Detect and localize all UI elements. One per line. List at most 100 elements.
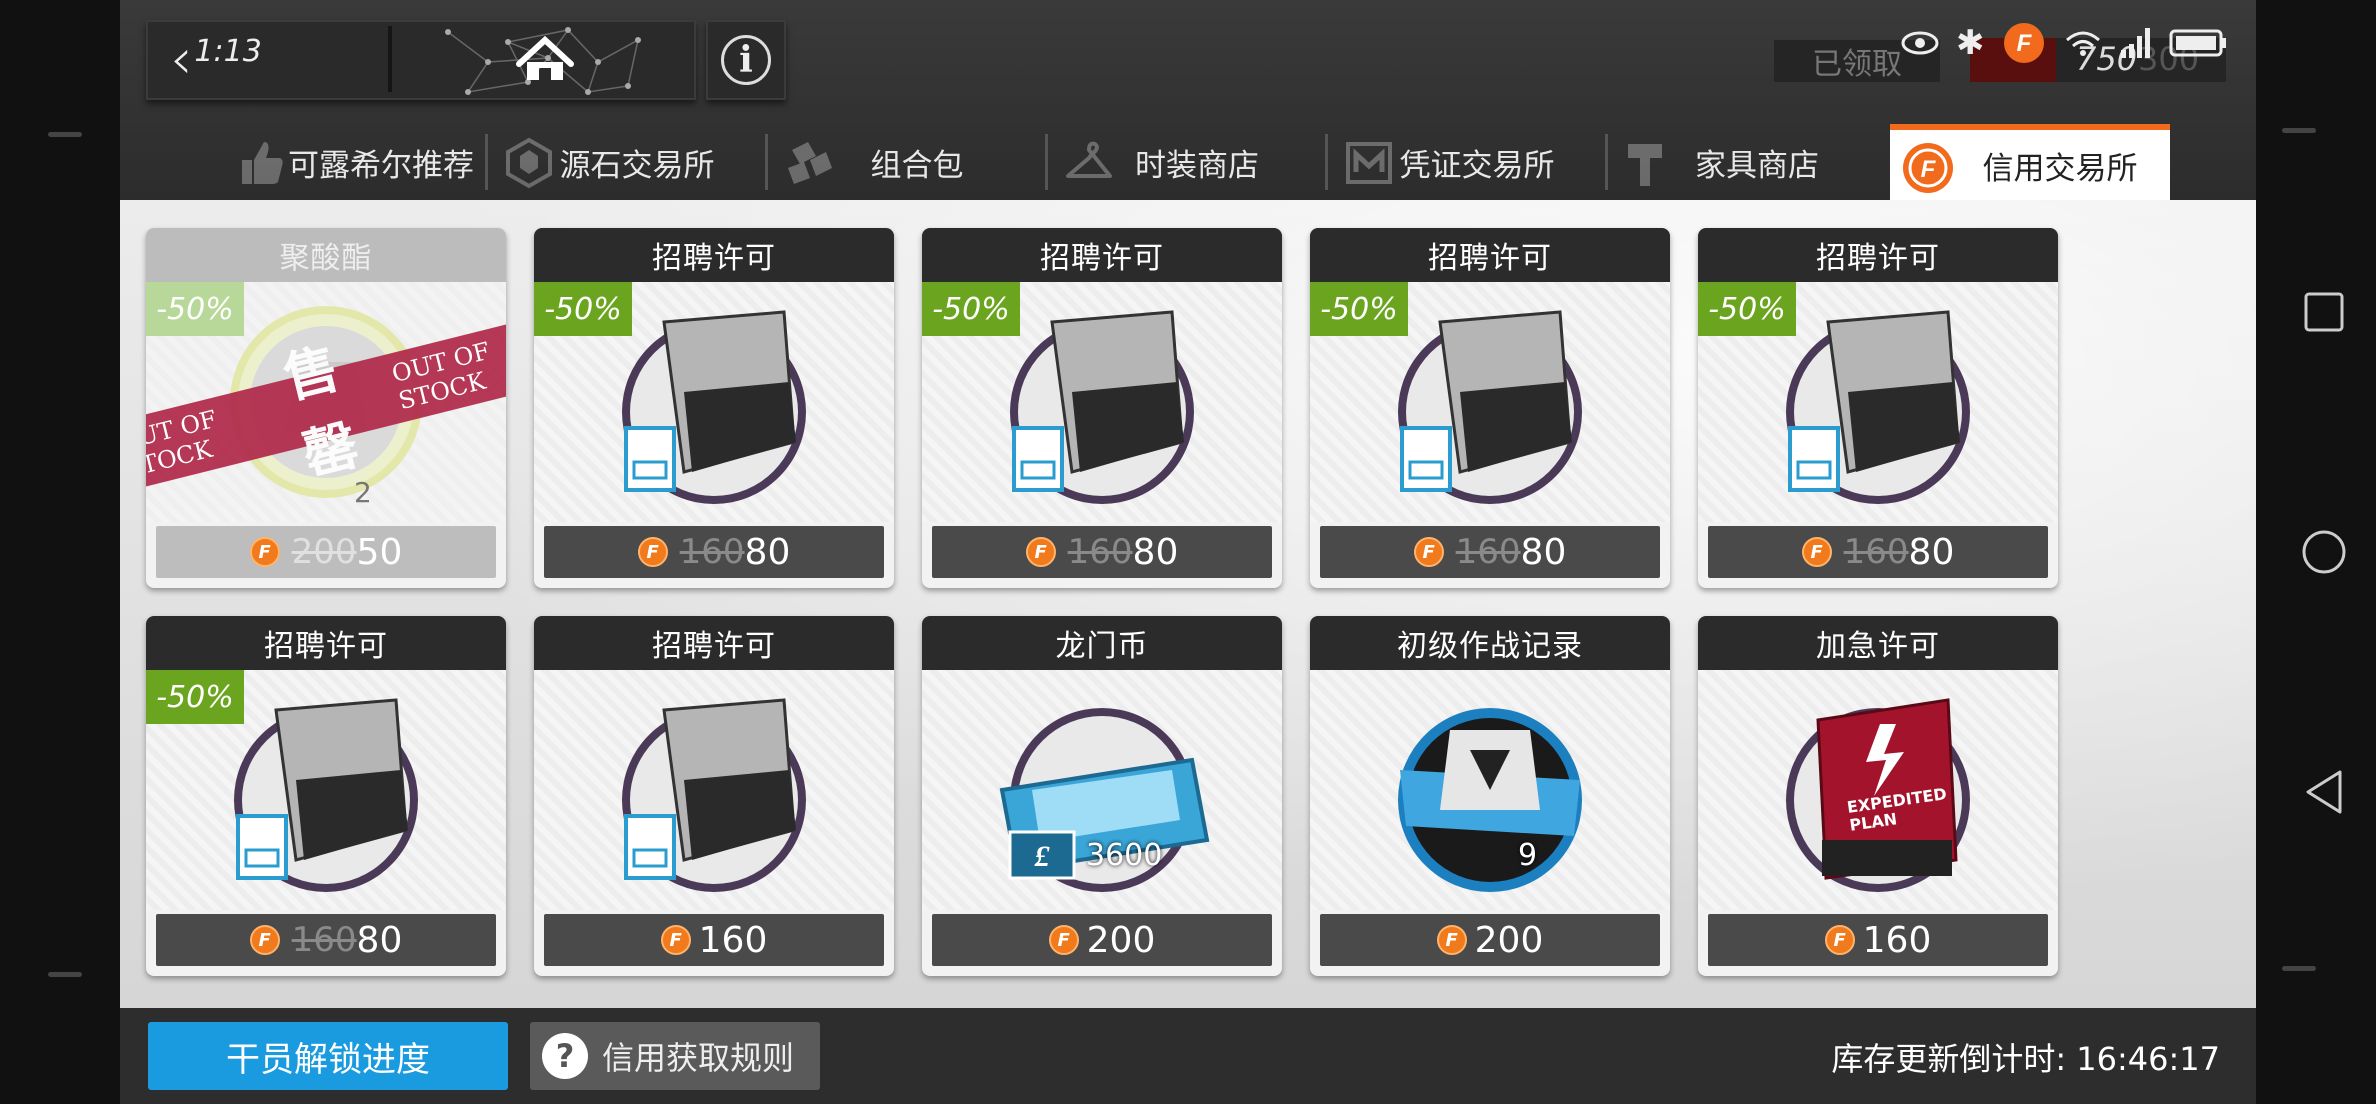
item-title: 招聘许可: [1310, 228, 1670, 282]
price-tag: F 160 80: [1320, 526, 1660, 578]
original-price: 200: [291, 532, 357, 572]
price-tag: F 160 80: [544, 526, 884, 578]
top-nav-bar: ‹ 1:13: [146, 20, 696, 100]
item-title: 招聘许可: [534, 616, 894, 670]
item-image: [1698, 670, 2058, 910]
restock-countdown: 库存更新倒计时: 16:46:17: [1831, 1034, 2220, 1080]
bluetooth-icon: ✱: [1956, 23, 1985, 63]
item-title: 加急许可: [1698, 616, 2058, 670]
item-title: 龙门币: [922, 616, 1282, 670]
shop-item-card[interactable]: 龙门币 £ 3600 F 200: [922, 616, 1282, 976]
item-title: 招聘许可: [1698, 228, 2058, 282]
credit-coin-icon: F: [660, 925, 691, 955]
thumbs-up-icon: [242, 142, 283, 184]
credit-coin-icon: F: [1801, 537, 1832, 567]
credit-icon: F: [2003, 23, 2044, 63]
discount-badge: -50%: [146, 670, 244, 724]
lmd-icon: £: [999, 708, 1210, 892]
price-tag: F 200: [1320, 914, 1660, 966]
tab-furniture-store[interactable]: 家具商店: [1608, 124, 1886, 200]
shop-item-card[interactable]: 加急许可 EXPEDITED PLAN F 160: [1698, 616, 2058, 976]
credit-coin-icon: F: [249, 925, 280, 955]
hanger-icon: [1066, 141, 1112, 178]
recent-apps-button[interactable]: [2300, 288, 2348, 336]
expedited-plan-icon: [1786, 698, 1970, 892]
sale-price: 80: [744, 531, 791, 573]
shop-item-card[interactable]: 招聘许可 -50% F 160 80: [1698, 228, 2058, 588]
sale-price: 80: [356, 919, 403, 961]
bundle-icon: [788, 142, 832, 184]
item-title: 招聘许可: [922, 228, 1282, 282]
svg-text:£: £: [1034, 840, 1051, 873]
home-system-button[interactable]: [2300, 528, 2348, 576]
item-price: 160: [698, 919, 768, 961]
credit-rules-button[interactable]: ? 信用获取规则: [530, 1022, 820, 1090]
shop-item-card[interactable]: 招聘许可 -50% F 160 80: [534, 228, 894, 588]
restock-time: 16:46:17: [2076, 1040, 2220, 1078]
back-number: 1:13: [194, 33, 262, 69]
credit-coin-icon: F: [249, 537, 280, 567]
item-image: [1310, 670, 1670, 910]
hammer-icon: [1628, 144, 1662, 186]
price-tag: F 160: [1708, 914, 2048, 966]
original-price: 160: [679, 532, 745, 572]
tab-label: 凭证交易所: [1399, 147, 1555, 184]
price-tag: F 160 80: [1708, 526, 2048, 578]
back-button[interactable]: ‹ 1:13: [148, 22, 368, 98]
shop-panel: 聚酸酯 -50% OUT OF STOCK 售罄 OUT OF STOCK 2 …: [120, 200, 2256, 1008]
network-pattern: [445, 27, 641, 95]
home-button[interactable]: [398, 22, 692, 98]
shop-item-card[interactable]: 招聘许可 F 160: [534, 616, 894, 976]
shop-item-card[interactable]: 招聘许可 -50% F 160 80: [922, 228, 1282, 588]
credit-icon: F: [1903, 143, 1953, 193]
sale-price: 80: [1132, 531, 1179, 573]
recruitment-permit-icon: [622, 698, 806, 892]
price-tag: F 160: [544, 914, 884, 966]
question-icon: ?: [542, 1033, 588, 1079]
tab-label: 家具商店: [1695, 147, 1819, 184]
circle-icon: [2302, 530, 2346, 574]
shop-item-card[interactable]: 招聘许可 -50% F 160 80: [146, 616, 506, 976]
item-title: 初级作战记录: [1310, 616, 1670, 670]
info-icon: i: [721, 35, 771, 85]
home-icon: [516, 35, 574, 80]
battle-record-icon: [1398, 708, 1582, 892]
app-window: ‹ 1:13 i 已领取 750 300 ✱ F 可露希尔推荐 源石交易所 组合…: [120, 0, 2256, 1104]
tab-credit-store[interactable]: F 信用交易所: [1890, 124, 2170, 200]
item-price: 200: [1086, 919, 1156, 961]
original-price: 160: [1067, 532, 1133, 572]
discount-badge: -50%: [534, 282, 632, 336]
bezel-tick: [48, 132, 82, 137]
tab-closure-recommend[interactable]: 可露希尔推荐: [220, 124, 488, 200]
operator-unlock-progress-button[interactable]: 干员解锁进度: [148, 1022, 508, 1090]
tab-label: 信用交易所: [1982, 150, 2138, 187]
item-quantity: 9: [1518, 838, 1538, 873]
sale-price: 80: [1908, 531, 1955, 573]
triangle-back-icon: [2306, 770, 2342, 814]
item-price: 160: [1862, 919, 1932, 961]
status-bar: ✱ F: [1900, 18, 2229, 68]
back-system-button[interactable]: [2300, 768, 2348, 816]
original-price: 160: [1455, 532, 1521, 572]
shop-item-card[interactable]: 初级作战记录 9 F 200: [1310, 616, 1670, 976]
originite-icon: [506, 137, 552, 189]
tab-outfit-store[interactable]: 时装商店: [1048, 124, 1328, 200]
info-button[interactable]: i: [706, 20, 786, 100]
restock-label: 库存更新倒计时:: [1831, 1040, 2067, 1078]
credit-coin-icon: F: [1025, 537, 1056, 567]
item-quantity: 2: [354, 476, 372, 509]
svg-text:F: F: [2016, 30, 2032, 57]
credit-coin-icon: F: [1824, 925, 1855, 955]
item-image: £: [922, 670, 1282, 910]
shop-item-card[interactable]: 招聘许可 -50% F 160 80: [1310, 228, 1670, 588]
tab-voucher-exchange[interactable]: 凭证交易所: [1328, 124, 1608, 200]
tab-bundle[interactable]: 组合包: [768, 124, 1048, 200]
bezel-tick: [2282, 966, 2316, 971]
tab-originite-exchange[interactable]: 源石交易所: [488, 124, 768, 200]
shop-item-card[interactable]: 聚酸酯 -50% OUT OF STOCK 售罄 OUT OF STOCK 2 …: [146, 228, 506, 588]
bottom-bar: 干员解锁进度 ? 信用获取规则 库存更新倒计时: 16:46:17: [120, 1008, 2256, 1104]
discount-badge: -50%: [922, 282, 1020, 336]
left-bezel: [0, 0, 120, 1104]
item-image: [534, 670, 894, 910]
discount-badge: -50%: [146, 282, 244, 336]
